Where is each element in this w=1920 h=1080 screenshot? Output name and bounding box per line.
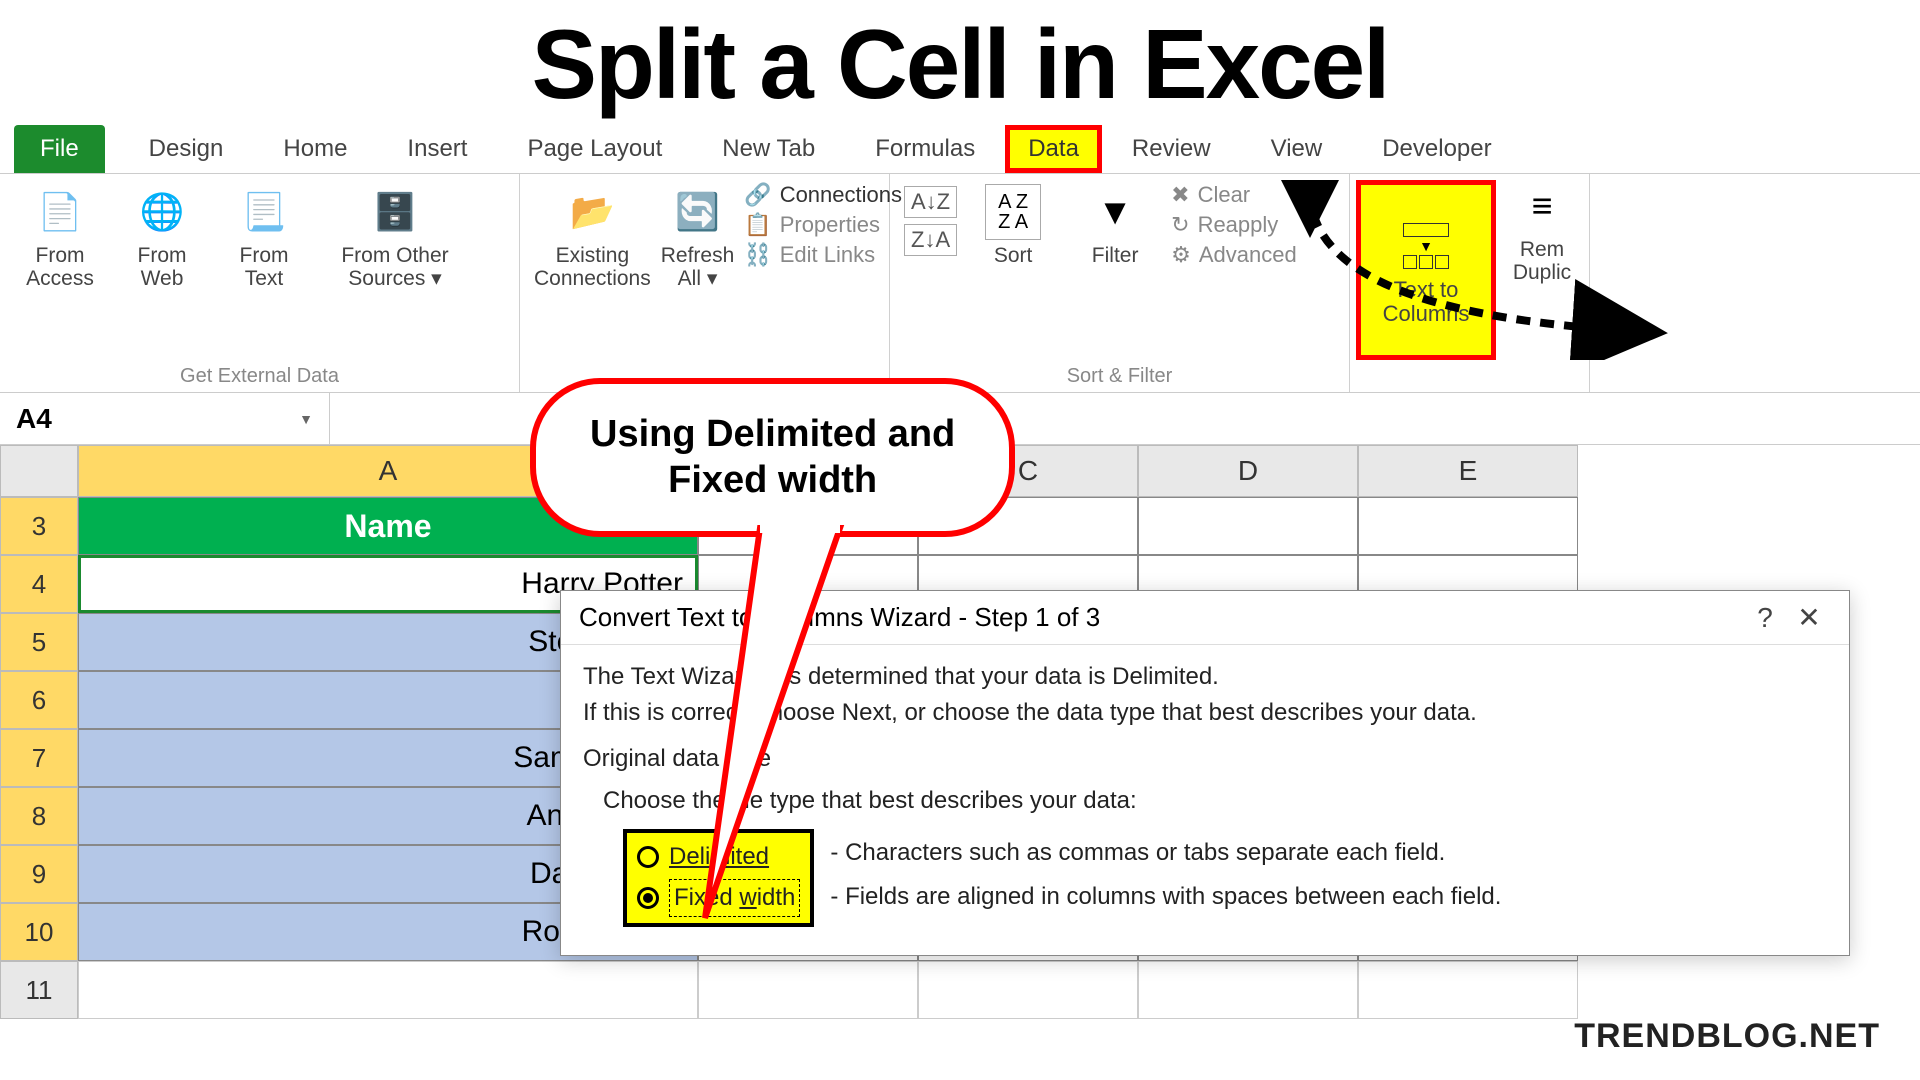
advanced-filter-button[interactable]: ⚙Advanced	[1171, 242, 1297, 268]
filter-button[interactable]: ▼ Filter	[1069, 180, 1161, 267]
connections-link[interactable]: 🔗Connections	[744, 182, 902, 208]
radio-fixed-width[interactable]	[637, 887, 659, 909]
row-header[interactable]: 7	[0, 729, 78, 787]
tab-design[interactable]: Design	[119, 125, 254, 173]
link-icon: 🔗	[744, 182, 771, 208]
sort-asc-icon[interactable]: A↓Z	[904, 186, 957, 218]
sort-button[interactable]: A ZZ A Sort	[967, 180, 1059, 267]
chevron-down-icon[interactable]: ▼	[299, 411, 313, 427]
properties-link[interactable]: 📋Properties	[744, 212, 902, 238]
cell[interactable]	[1358, 497, 1578, 555]
cell[interactable]	[1358, 961, 1578, 1019]
sort-icon: A ZZ A	[985, 184, 1041, 240]
properties-icon: 📋	[744, 212, 771, 238]
cell[interactable]	[1138, 961, 1358, 1019]
select-all-corner[interactable]	[0, 445, 78, 497]
refresh-all-button[interactable]: 🔄 Refresh All ▾	[661, 180, 735, 290]
tab-formulas[interactable]: Formulas	[845, 125, 1005, 173]
close-button[interactable]: ✕	[1787, 601, 1831, 634]
col-header[interactable]: E	[1358, 445, 1578, 497]
tab-file[interactable]: File	[14, 125, 105, 173]
advanced-icon: ⚙	[1171, 242, 1191, 268]
from-web-button[interactable]: 🌐 From Web	[116, 180, 208, 290]
ribbon-tabs: File Design Home Insert Page Layout New …	[0, 125, 1920, 173]
row-header[interactable]: 11	[0, 961, 78, 1019]
database-icon: 🗄️	[367, 184, 423, 240]
sort-desc-icon[interactable]: Z↓A	[904, 224, 957, 256]
web-icon: 🌐	[134, 184, 190, 240]
row-header[interactable]: 9	[0, 845, 78, 903]
row-header[interactable]: 10	[0, 903, 78, 961]
watermark: TRENDBLOG.NET	[1574, 1017, 1880, 1056]
existing-connections-button[interactable]: 📂 Existing Connections	[534, 180, 651, 290]
annotation-arrow	[1280, 180, 1680, 360]
row-header[interactable]: 5	[0, 613, 78, 671]
name-box[interactable]: A4 ▼	[0, 393, 330, 444]
from-other-sources-button[interactable]: 🗄️ From Other Sources ▾	[320, 180, 470, 290]
refresh-icon: 🔄	[670, 184, 726, 240]
cell[interactable]	[1138, 497, 1358, 555]
row-header[interactable]: 4	[0, 555, 78, 613]
tab-home[interactable]: Home	[253, 125, 377, 173]
help-button[interactable]: ?	[1743, 602, 1787, 634]
clear-icon: ✖	[1171, 182, 1189, 208]
text-file-icon: 📃	[236, 184, 292, 240]
reapply-filter-button[interactable]: ↻Reapply	[1171, 212, 1297, 238]
chain-icon: ⛓️	[744, 242, 771, 268]
col-header[interactable]: D	[1138, 445, 1358, 497]
tab-view[interactable]: View	[1241, 125, 1353, 173]
access-icon: 📄	[32, 184, 88, 240]
page-title: Split a Cell in Excel	[0, 0, 1920, 125]
from-text-button[interactable]: 📃 From Text	[218, 180, 310, 290]
tab-review[interactable]: Review	[1102, 125, 1241, 173]
edit-links-link[interactable]: ⛓️Edit Links	[744, 242, 902, 268]
connections-icon: 📂	[564, 184, 620, 240]
cell[interactable]	[78, 961, 698, 1019]
tab-new-tab[interactable]: New Tab	[692, 125, 845, 173]
row-header[interactable]: 8	[0, 787, 78, 845]
reapply-icon: ↻	[1171, 212, 1189, 238]
funnel-icon: ▼	[1087, 184, 1143, 240]
clear-filter-button[interactable]: ✖Clear	[1171, 182, 1297, 208]
annotation-callout: Using Delimited and Fixed width	[530, 378, 1015, 537]
tab-insert[interactable]: Insert	[377, 125, 497, 173]
tab-developer[interactable]: Developer	[1352, 125, 1521, 173]
from-access-button[interactable]: 📄 From Access	[14, 180, 106, 290]
tab-data[interactable]: Data	[1005, 125, 1102, 173]
cell[interactable]	[918, 961, 1138, 1019]
row-header[interactable]: 3	[0, 497, 78, 555]
cell[interactable]	[698, 961, 918, 1019]
radio-delimited[interactable]	[637, 846, 659, 868]
row-header[interactable]: 6	[0, 671, 78, 729]
group-label-get-external-data: Get External Data	[14, 363, 505, 390]
tab-page-layout[interactable]: Page Layout	[497, 125, 692, 173]
